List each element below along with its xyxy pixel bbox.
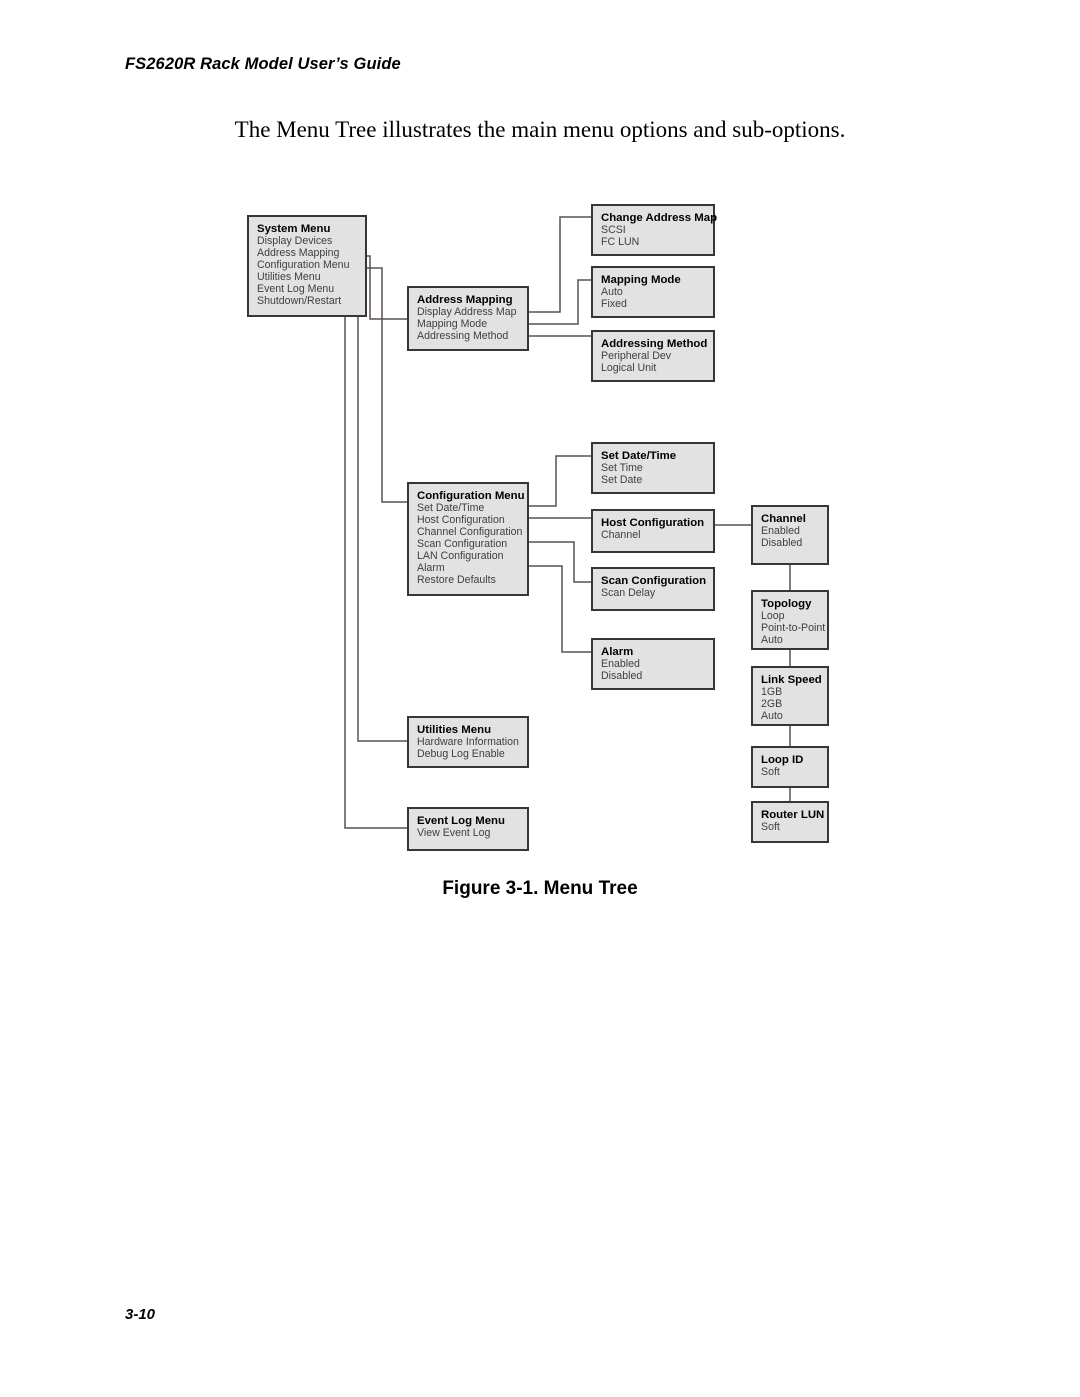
menu-node-host-configuration: Host ConfigurationChannel xyxy=(591,509,715,553)
node-title: Alarm xyxy=(601,646,633,658)
node-item: Enabled xyxy=(761,525,800,537)
running-head: FS2620R Rack Model User’s Guide xyxy=(125,55,401,73)
menu-node-address-mapping: Address MappingDisplay Address MapMappin… xyxy=(407,286,529,351)
page-number: 3-10 xyxy=(125,1306,156,1323)
menu-node-alarm: AlarmEnabledDisabled xyxy=(591,638,715,690)
menu-node-scan-configuration: Scan ConfigurationScan Delay xyxy=(591,567,715,611)
node-item: Display Address Map xyxy=(417,306,517,318)
node-title: Host Configuration xyxy=(601,517,704,529)
node-item: Disabled xyxy=(601,670,642,682)
node-item: Set Date xyxy=(601,474,642,486)
menu-tree-svg: System MenuDisplay DevicesAddress Mappin… xyxy=(247,204,829,851)
node-title: Link Speed xyxy=(761,674,822,686)
node-item: Set Time xyxy=(601,462,643,474)
node-item: 2GB xyxy=(761,698,782,710)
node-item: View Event Log xyxy=(417,827,491,839)
node-title: Channel xyxy=(761,513,806,525)
node-item: Configuration Menu xyxy=(257,259,350,271)
node-title: Loop ID xyxy=(761,754,803,766)
connector-line xyxy=(310,291,408,829)
node-title: Scan Configuration xyxy=(601,575,706,587)
node-item: Hardware Information xyxy=(417,736,519,748)
node-item: FC LUN xyxy=(601,236,639,248)
node-item: LAN Configuration xyxy=(417,550,504,562)
menu-node-mapping-mode: Mapping ModeAutoFixed xyxy=(591,266,715,318)
node-item: Loop xyxy=(761,610,785,622)
node-item: Shutdown/Restart xyxy=(257,295,341,307)
node-title: Event Log Menu xyxy=(417,815,505,827)
menu-node-addressing-method: Addressing MethodPeripheral DevLogical U… xyxy=(591,330,715,382)
node-item: Restore Defaults xyxy=(417,574,496,586)
node-item: 1GB xyxy=(761,686,782,698)
document-page: FS2620R Rack Model User’s Guide The Menu… xyxy=(0,0,1080,1397)
node-item: Utilities Menu xyxy=(257,271,321,283)
node-title: Router LUN xyxy=(761,809,824,821)
node-item: Channel Configuration xyxy=(417,526,523,538)
node-item: Alarm xyxy=(417,562,445,574)
menu-node-channel: ChannelEnabledDisabled xyxy=(751,505,829,565)
menu-tree-figure: System Menu Display Devices Address Mappin… xyxy=(0,190,1080,870)
figure-caption: Figure 3-1. Menu Tree xyxy=(442,878,638,899)
node-item: Debug Log Enable xyxy=(417,748,505,760)
node-item: Channel xyxy=(601,529,640,541)
node-item: Address Mapping xyxy=(257,247,340,259)
connector-line xyxy=(302,279,408,742)
node-title: Utilities Menu xyxy=(417,724,491,736)
node-title: Addressing Method xyxy=(601,338,707,350)
node-item: SCSI xyxy=(601,224,626,236)
node-item: Auto xyxy=(761,710,783,722)
node-item: Addressing Method xyxy=(417,330,508,342)
node-item: Soft xyxy=(761,766,780,778)
menu-node-change-address-map: Change Address MapSCSIFC LUN xyxy=(591,204,717,256)
node-item: Auto xyxy=(761,634,783,646)
menu-node-router-lun: Router LUNSoft xyxy=(751,801,829,843)
node-item: Peripheral Dev xyxy=(601,350,672,362)
menu-node-loop-id: Loop IDSoft xyxy=(751,746,829,788)
intro-paragraph: The Menu Tree illustrates the main menu … xyxy=(234,117,846,142)
node-title: Change Address Map xyxy=(601,212,717,224)
node-title: Set Date/Time xyxy=(601,450,676,462)
node-title: Mapping Mode xyxy=(601,274,681,286)
menu-node-event-log-menu: Event Log MenuView Event Log xyxy=(407,807,529,851)
node-layer: System MenuDisplay DevicesAddress Mappin… xyxy=(247,204,829,851)
node-title: System Menu xyxy=(257,223,330,235)
menu-node-system-menu: System MenuDisplay DevicesAddress Mappin… xyxy=(247,215,367,317)
node-title: Configuration Menu xyxy=(417,490,525,502)
node-item: Scan Configuration xyxy=(417,538,507,550)
node-item: Enabled xyxy=(601,658,640,670)
menu-node-configuration-menu: Configuration MenuSet Date/TimeHost Conf… xyxy=(407,482,529,596)
node-item: Display Devices xyxy=(257,235,332,247)
node-title: Address Mapping xyxy=(417,294,513,306)
node-item: Disabled xyxy=(761,537,802,549)
node-item: Logical Unit xyxy=(601,362,656,374)
node-item: Auto xyxy=(601,286,623,298)
node-item: Set Date/Time xyxy=(417,502,484,514)
node-item: Mapping Mode xyxy=(417,318,487,330)
menu-node-set-date-time: Set Date/TimeSet TimeSet Date xyxy=(591,442,715,494)
node-item: Host Configuration xyxy=(417,514,505,526)
menu-node-topology: TopologyLoopPoint-to-PointAuto xyxy=(751,590,829,650)
menu-node-link-speed: Link Speed1GB2GBAuto xyxy=(751,666,829,726)
menu-node-utilities-menu: Utilities MenuHardware InformationDebug … xyxy=(407,716,529,768)
node-item: Scan Delay xyxy=(601,587,656,599)
node-item: Point-to-Point xyxy=(761,622,825,634)
node-item: Soft xyxy=(761,821,780,833)
node-item: Fixed xyxy=(601,298,627,310)
node-item: Event Log Menu xyxy=(257,283,334,295)
node-title: Topology xyxy=(761,598,812,610)
connector-layer xyxy=(302,216,791,829)
